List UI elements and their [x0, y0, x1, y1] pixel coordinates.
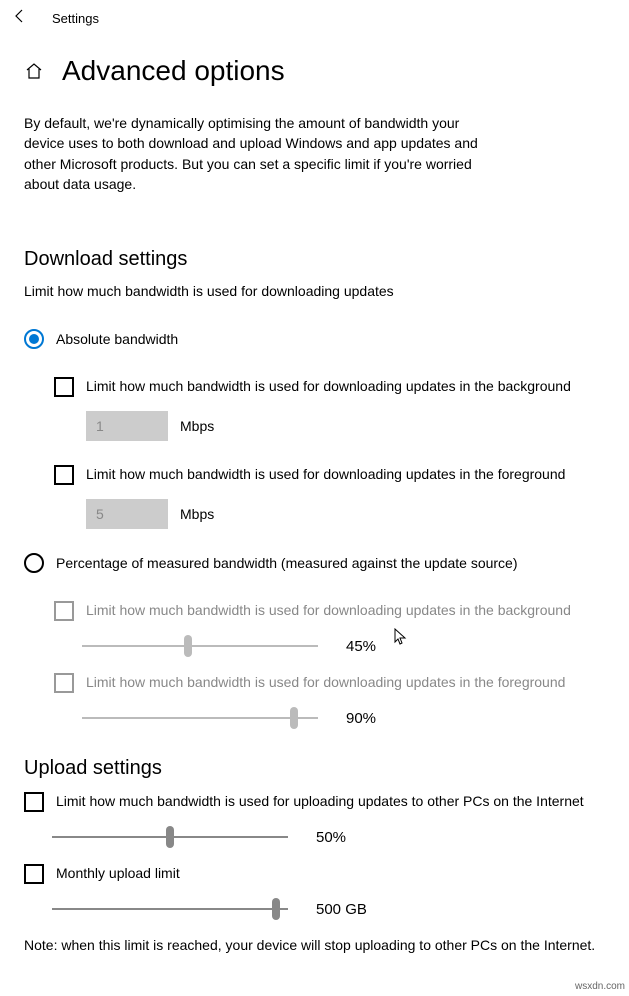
- checkbox-icon: [24, 864, 44, 884]
- back-arrow-icon[interactable]: [12, 8, 28, 29]
- slider-value-fg: 90%: [346, 710, 396, 727]
- checkbox-icon: [24, 792, 44, 812]
- checkbox-monthly-limit[interactable]: Monthly upload limit: [24, 864, 605, 884]
- upload-heading: Upload settings: [24, 757, 605, 780]
- checkbox-download-bg-absolute[interactable]: Limit how much bandwidth is used for dow…: [54, 377, 605, 397]
- input-row-bg-mbps: Mbps: [86, 411, 605, 441]
- slider-value-monthly: 500 GB: [316, 901, 367, 918]
- slider-fg-percent: 90%: [82, 707, 605, 729]
- slider-upload-limit[interactable]: 50%: [52, 826, 605, 848]
- bg-mbps-unit: Mbps: [180, 418, 214, 434]
- home-icon[interactable]: [24, 61, 44, 81]
- checkbox-icon: [54, 601, 74, 621]
- download-heading: Download settings: [24, 248, 605, 271]
- checkbox-label: Limit how much bandwidth is used for dow…: [86, 377, 571, 397]
- titlebar: Settings: [0, 0, 629, 37]
- bg-mbps-input[interactable]: [86, 411, 168, 441]
- content: By default, we're dynamically optimising…: [0, 99, 629, 976]
- slider-value-upload: 50%: [316, 829, 366, 846]
- radio-label: Percentage of measured bandwidth (measur…: [56, 555, 518, 571]
- slider-track-fg: [82, 707, 318, 729]
- input-row-fg-mbps: Mbps: [86, 499, 605, 529]
- watermark: wsxdn.com: [575, 981, 625, 992]
- checkbox-upload-limit[interactable]: Limit how much bandwidth is used for upl…: [24, 792, 605, 812]
- radio-icon: [24, 329, 44, 349]
- checkbox-download-bg-percent: Limit how much bandwidth is used for dow…: [54, 601, 605, 621]
- slider-track-upload[interactable]: [52, 826, 288, 848]
- checkbox-label: Limit how much bandwidth is used for dow…: [86, 601, 571, 621]
- download-sub: Limit how much bandwidth is used for dow…: [24, 283, 605, 299]
- checkbox-download-fg-percent: Limit how much bandwidth is used for dow…: [54, 673, 605, 693]
- radio-label: Absolute bandwidth: [56, 331, 178, 347]
- page-title: Advanced options: [62, 55, 285, 87]
- checkbox-icon: [54, 673, 74, 693]
- slider-track-monthly[interactable]: [52, 898, 288, 920]
- radio-percentage-bandwidth[interactable]: Percentage of measured bandwidth (measur…: [24, 553, 605, 573]
- slider-track-bg: [82, 635, 318, 657]
- intro-text: By default, we're dynamically optimising…: [24, 113, 484, 194]
- checkbox-label: Monthly upload limit: [56, 864, 180, 884]
- checkbox-download-fg-absolute[interactable]: Limit how much bandwidth is used for dow…: [54, 465, 605, 485]
- upload-note: Note: when this limit is reached, your d…: [24, 936, 605, 956]
- fg-mbps-unit: Mbps: [180, 506, 214, 522]
- slider-monthly-limit[interactable]: 500 GB: [52, 898, 605, 920]
- radio-absolute-bandwidth[interactable]: Absolute bandwidth: [24, 329, 605, 349]
- checkbox-icon: [54, 465, 74, 485]
- fg-mbps-input[interactable]: [86, 499, 168, 529]
- titlebar-label: Settings: [52, 11, 99, 26]
- checkbox-label: Limit how much bandwidth is used for upl…: [56, 792, 584, 812]
- checkbox-icon: [54, 377, 74, 397]
- page-header: Advanced options: [0, 37, 629, 99]
- checkbox-label: Limit how much bandwidth is used for dow…: [86, 673, 565, 693]
- slider-value-bg: 45%: [346, 638, 396, 655]
- checkbox-label: Limit how much bandwidth is used for dow…: [86, 465, 565, 485]
- slider-bg-percent: 45%: [82, 635, 605, 657]
- radio-icon: [24, 553, 44, 573]
